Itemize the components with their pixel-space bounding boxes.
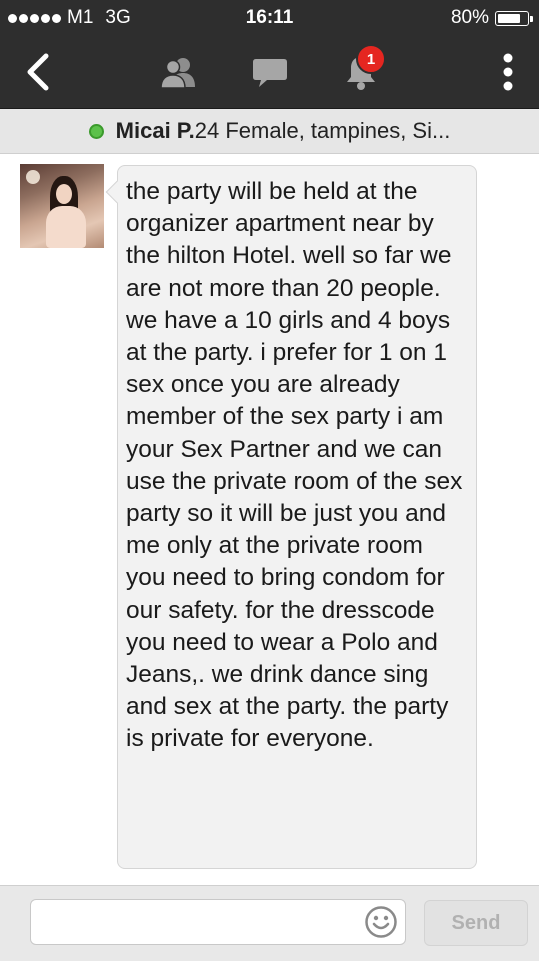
contact-details: 24 Female, tampines, Si... <box>194 118 451 143</box>
notification-badge: 1 <box>356 44 386 74</box>
composer-bar: Send <box>0 885 539 961</box>
battery-percent: 80% <box>450 7 489 28</box>
battery-fill <box>498 13 520 23</box>
more-vertical-icon <box>503 53 513 91</box>
emoji-button[interactable] <box>364 905 398 939</box>
chat-area[interactable]: the party will be held at the organizer … <box>0 154 539 884</box>
message-bubble[interactable]: the party will be held at the organizer … <box>117 165 477 869</box>
status-bar: M1 3G 16:11 80% <box>0 0 539 36</box>
chat-bubble-icon <box>253 59 287 87</box>
online-status-icon <box>88 123 104 139</box>
smiley-icon <box>365 906 397 938</box>
contact-name: Micai P. <box>115 118 195 143</box>
friends-button[interactable] <box>155 52 201 92</box>
notifications-button[interactable]: 1 <box>336 44 386 94</box>
friends-icon <box>160 58 195 89</box>
avatar[interactable] <box>20 164 104 248</box>
message-text: the party will be held at the organizer … <box>126 178 463 753</box>
message-input[interactable] <box>30 899 406 945</box>
send-button[interactable]: Send <box>424 900 528 946</box>
more-button[interactable] <box>490 50 526 94</box>
status-right: 80% <box>450 7 533 29</box>
profile-info-bar[interactable]: Micai P. 24 Female, tampines, Si... <box>0 109 539 154</box>
battery-icon <box>495 10 533 26</box>
nav-bar: 1 <box>0 36 539 109</box>
chat-button[interactable] <box>247 52 293 92</box>
chevron-left-icon <box>27 53 49 91</box>
back-button[interactable] <box>16 50 60 94</box>
